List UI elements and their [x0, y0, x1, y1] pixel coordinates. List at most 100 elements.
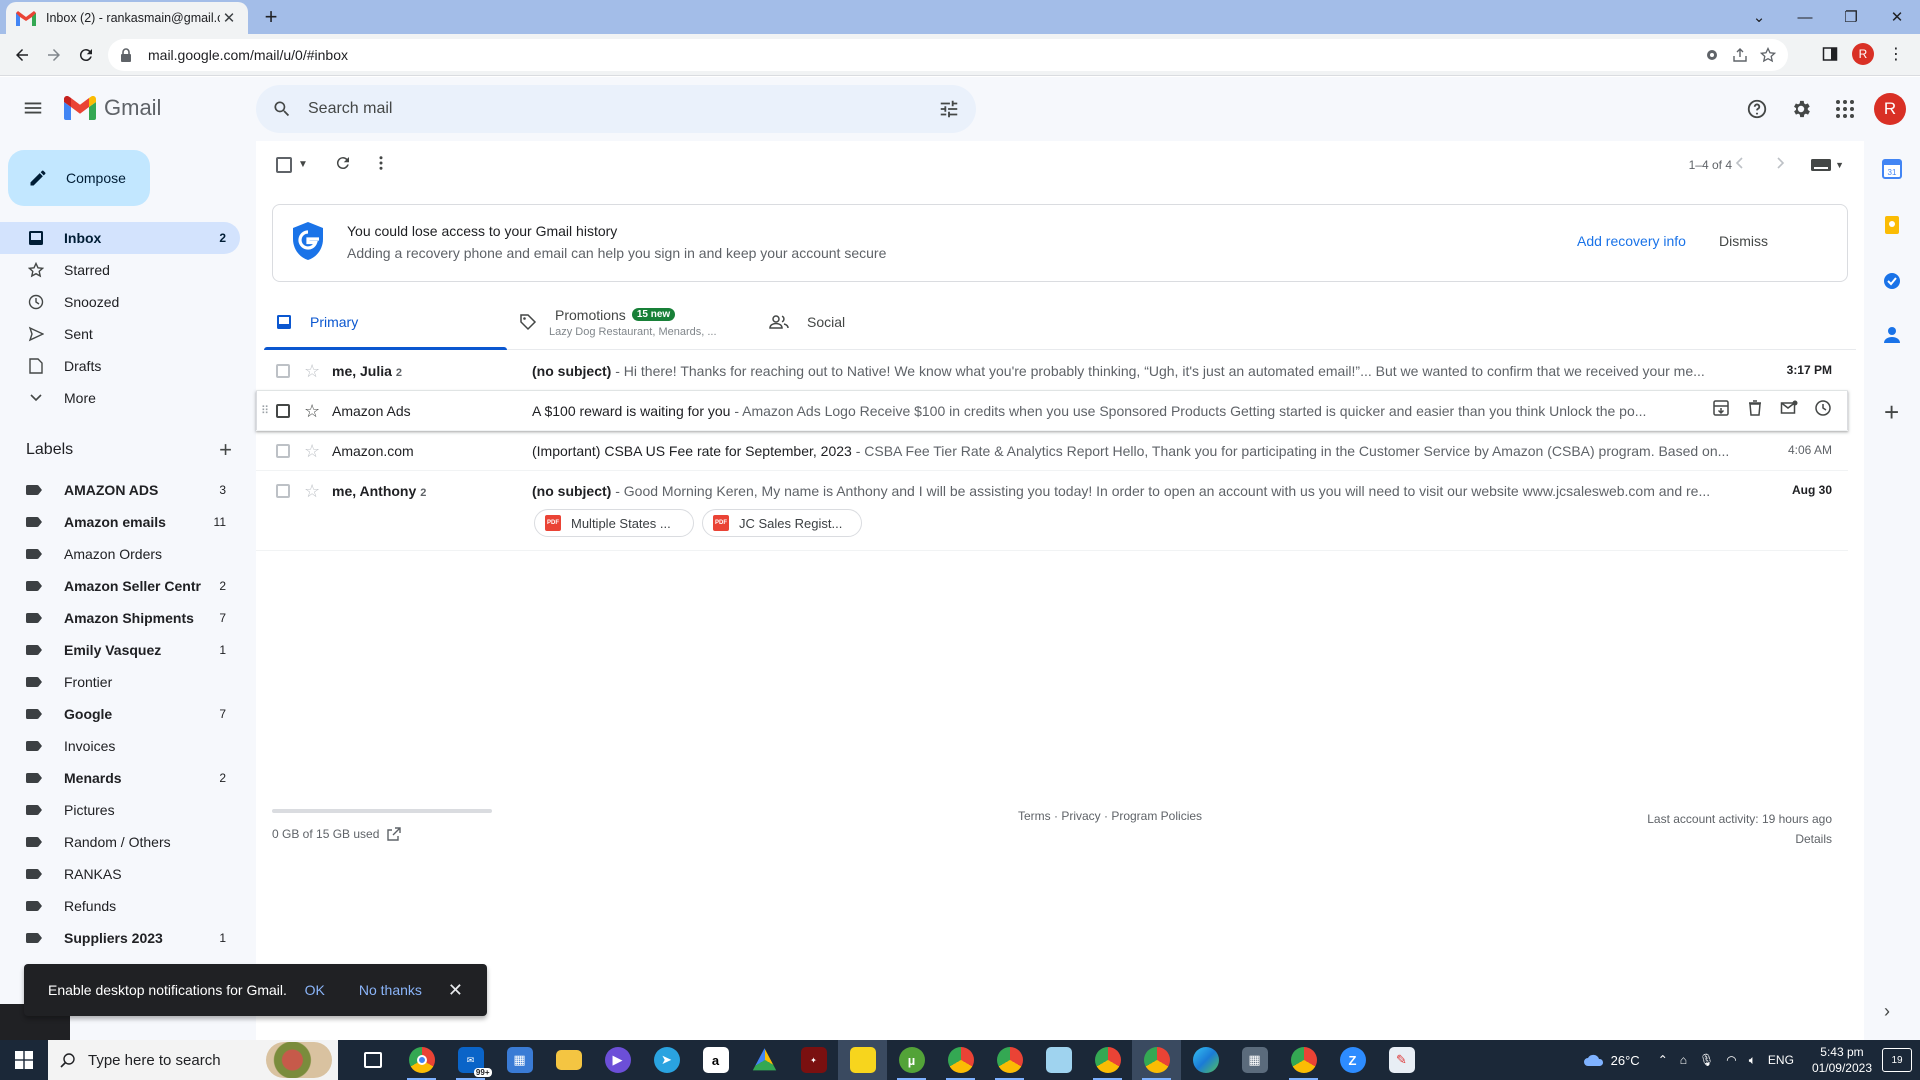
- add-recovery-info-button[interactable]: Add recovery info: [1577, 233, 1686, 249]
- row-checkbox[interactable]: [276, 484, 290, 498]
- clock[interactable]: 5:43 pm 01/09/2023: [1812, 1044, 1872, 1076]
- file-explorer-icon[interactable]: [544, 1040, 593, 1080]
- sidebar-label-item[interactable]: Suppliers 2023 1: [0, 922, 240, 954]
- calendar-icon[interactable]: 31: [1882, 159, 1902, 179]
- amazon-app-icon[interactable]: a: [691, 1040, 740, 1080]
- main-menu-icon[interactable]: [22, 97, 44, 119]
- add-addon-icon[interactable]: +: [1884, 397, 1899, 428]
- attachment-chip[interactable]: PDF Multiple States ...: [534, 509, 694, 537]
- wifi-icon[interactable]: ◠: [1726, 1053, 1736, 1067]
- row-checkbox[interactable]: [276, 404, 290, 418]
- sidebar-label-item[interactable]: Invoices: [0, 730, 240, 762]
- star-toggle-icon[interactable]: ☆: [304, 441, 320, 462]
- restore-icon[interactable]: ❐: [1828, 0, 1874, 34]
- network-icon[interactable]: ⌂: [1680, 1053, 1687, 1067]
- sidebar-item-starred[interactable]: Starred: [0, 254, 240, 286]
- mail-app-icon[interactable]: ✉ 99+: [446, 1040, 495, 1080]
- search-bar[interactable]: Search mail: [256, 85, 976, 133]
- search-options-icon[interactable]: [938, 98, 960, 120]
- sidebar-label-item[interactable]: Amazon emails 11: [0, 506, 240, 538]
- back-icon[interactable]: [10, 43, 34, 67]
- contacts-icon[interactable]: [1882, 325, 1902, 345]
- email-row[interactable]: ☆ me, Anthony 2 (no subject) - Good Morni…: [256, 471, 1848, 551]
- sidebar-label-item[interactable]: Refunds: [0, 890, 240, 922]
- row-checkbox[interactable]: [276, 444, 290, 458]
- next-page-icon[interactable]: [1772, 155, 1788, 171]
- sidebar-label-item[interactable]: Emily Vasquez 1: [0, 634, 240, 666]
- sidebar-item-sent[interactable]: Sent: [0, 318, 240, 350]
- taskbar-search-input[interactable]: Type here to search: [88, 1052, 221, 1069]
- drag-handle-icon[interactable]: ⠿: [261, 404, 269, 417]
- chrome-profile-icon[interactable]: [1279, 1040, 1328, 1080]
- chrome-active-icon[interactable]: [1132, 1040, 1181, 1080]
- notepad-icon[interactable]: [1034, 1040, 1083, 1080]
- tab-primary[interactable]: Primary: [264, 293, 507, 350]
- new-tab-button[interactable]: +: [258, 4, 284, 30]
- dismiss-button[interactable]: Dismiss: [1719, 233, 1768, 249]
- select-all-checkbox[interactable]: [276, 157, 292, 173]
- sticky-notes-icon[interactable]: [838, 1040, 887, 1080]
- reload-icon[interactable]: [74, 43, 98, 67]
- no-thanks-button[interactable]: No thanks: [359, 982, 422, 998]
- sidebar-label-item[interactable]: Amazon Seller Centr 2: [0, 570, 240, 602]
- delete-icon[interactable]: [1746, 399, 1764, 417]
- chevron-up-icon[interactable]: ⌃: [1658, 1053, 1668, 1067]
- account-avatar[interactable]: R: [1874, 93, 1906, 125]
- tab-promotions[interactable]: Promotions 15 new Lazy Dog Restaurant, M…: [507, 293, 757, 350]
- sidebar-label-item[interactable]: RANKAS: [0, 858, 240, 890]
- browser-tab[interactable]: Inbox (2) - rankasmain@gmail.com ✕: [6, 2, 248, 34]
- google-drive-icon[interactable]: [740, 1040, 789, 1080]
- language-indicator[interactable]: ENG: [1768, 1053, 1794, 1067]
- sidebar-item-inbox[interactable]: Inbox 2: [0, 222, 240, 254]
- star-toggle-icon[interactable]: ☆: [304, 401, 320, 422]
- weather-widget[interactable]: 26°C: [1583, 1051, 1640, 1069]
- apps-grid-icon[interactable]: [1830, 89, 1860, 129]
- eye-icon[interactable]: [1704, 47, 1720, 63]
- footer-links[interactable]: Terms · Privacy · Program Policies: [1018, 809, 1202, 823]
- taskbar-search[interactable]: Type here to search: [48, 1040, 338, 1080]
- close-window-icon[interactable]: ✕: [1874, 0, 1920, 34]
- tab-search-icon[interactable]: ⌄: [1736, 0, 1782, 34]
- mark-unread-icon[interactable]: [1780, 399, 1798, 417]
- lock-icon[interactable]: [120, 48, 136, 62]
- gmail-logo[interactable]: Gmail: [64, 95, 161, 121]
- microphone-icon[interactable]: 🎙︎: [1699, 1053, 1714, 1067]
- select-caret-icon[interactable]: ▼: [298, 159, 308, 170]
- close-icon[interactable]: ✕: [448, 980, 463, 1001]
- star-toggle-icon[interactable]: ☆: [304, 481, 320, 502]
- row-checkbox[interactable]: [276, 364, 290, 378]
- snooze-icon[interactable]: [1814, 399, 1832, 417]
- sidebar-label-item[interactable]: Pictures: [0, 794, 240, 826]
- email-row[interactable]: ☆ me, Julia 2 (no subject) - Hi there! Th…: [256, 351, 1848, 391]
- profile-avatar[interactable]: R: [1852, 43, 1874, 65]
- utorrent-icon[interactable]: µ: [887, 1040, 936, 1080]
- details-link[interactable]: Details: [1647, 829, 1832, 849]
- compose-button[interactable]: Compose: [8, 150, 150, 206]
- chrome-profile-icon[interactable]: [985, 1040, 1034, 1080]
- chrome-profile-icon[interactable]: [1083, 1040, 1132, 1080]
- open-external-icon[interactable]: [387, 827, 402, 841]
- archive-icon[interactable]: [1712, 399, 1730, 417]
- edge-icon[interactable]: [1181, 1040, 1230, 1080]
- share-icon[interactable]: [1732, 47, 1748, 63]
- browser-menu-icon[interactable]: ⋮: [1888, 44, 1904, 64]
- address-bar[interactable]: mail.google.com/mail/u/0/#inbox: [108, 39, 1788, 71]
- side-panel-icon[interactable]: [1822, 46, 1838, 62]
- notification-center-icon[interactable]: 19: [1882, 1048, 1912, 1072]
- windows-start-icon[interactable]: [0, 1040, 48, 1080]
- more-vert-icon[interactable]: [372, 154, 390, 172]
- minimize-icon[interactable]: —: [1782, 0, 1828, 34]
- paint-icon[interactable]: ✎: [1377, 1040, 1426, 1080]
- sidebar-label-item[interactable]: Menards 2: [0, 762, 240, 794]
- sidebar-item-more[interactable]: More: [0, 382, 240, 414]
- refresh-icon[interactable]: [334, 154, 352, 172]
- email-row[interactable]: ⠿ ☆ Amazon Ads A $100 reward is waiting …: [256, 391, 1848, 431]
- ok-button[interactable]: OK: [305, 982, 325, 998]
- media-player-icon[interactable]: ▶: [593, 1040, 642, 1080]
- help-icon[interactable]: [1742, 89, 1772, 129]
- telegram-icon[interactable]: ➤: [642, 1040, 691, 1080]
- tasks-icon[interactable]: [1882, 271, 1902, 291]
- sidebar-label-item[interactable]: Random / Others: [0, 826, 240, 858]
- attachment-chip[interactable]: PDF JC Sales Regist...: [702, 509, 862, 537]
- sidebar-label-item[interactable]: Amazon Orders: [0, 538, 240, 570]
